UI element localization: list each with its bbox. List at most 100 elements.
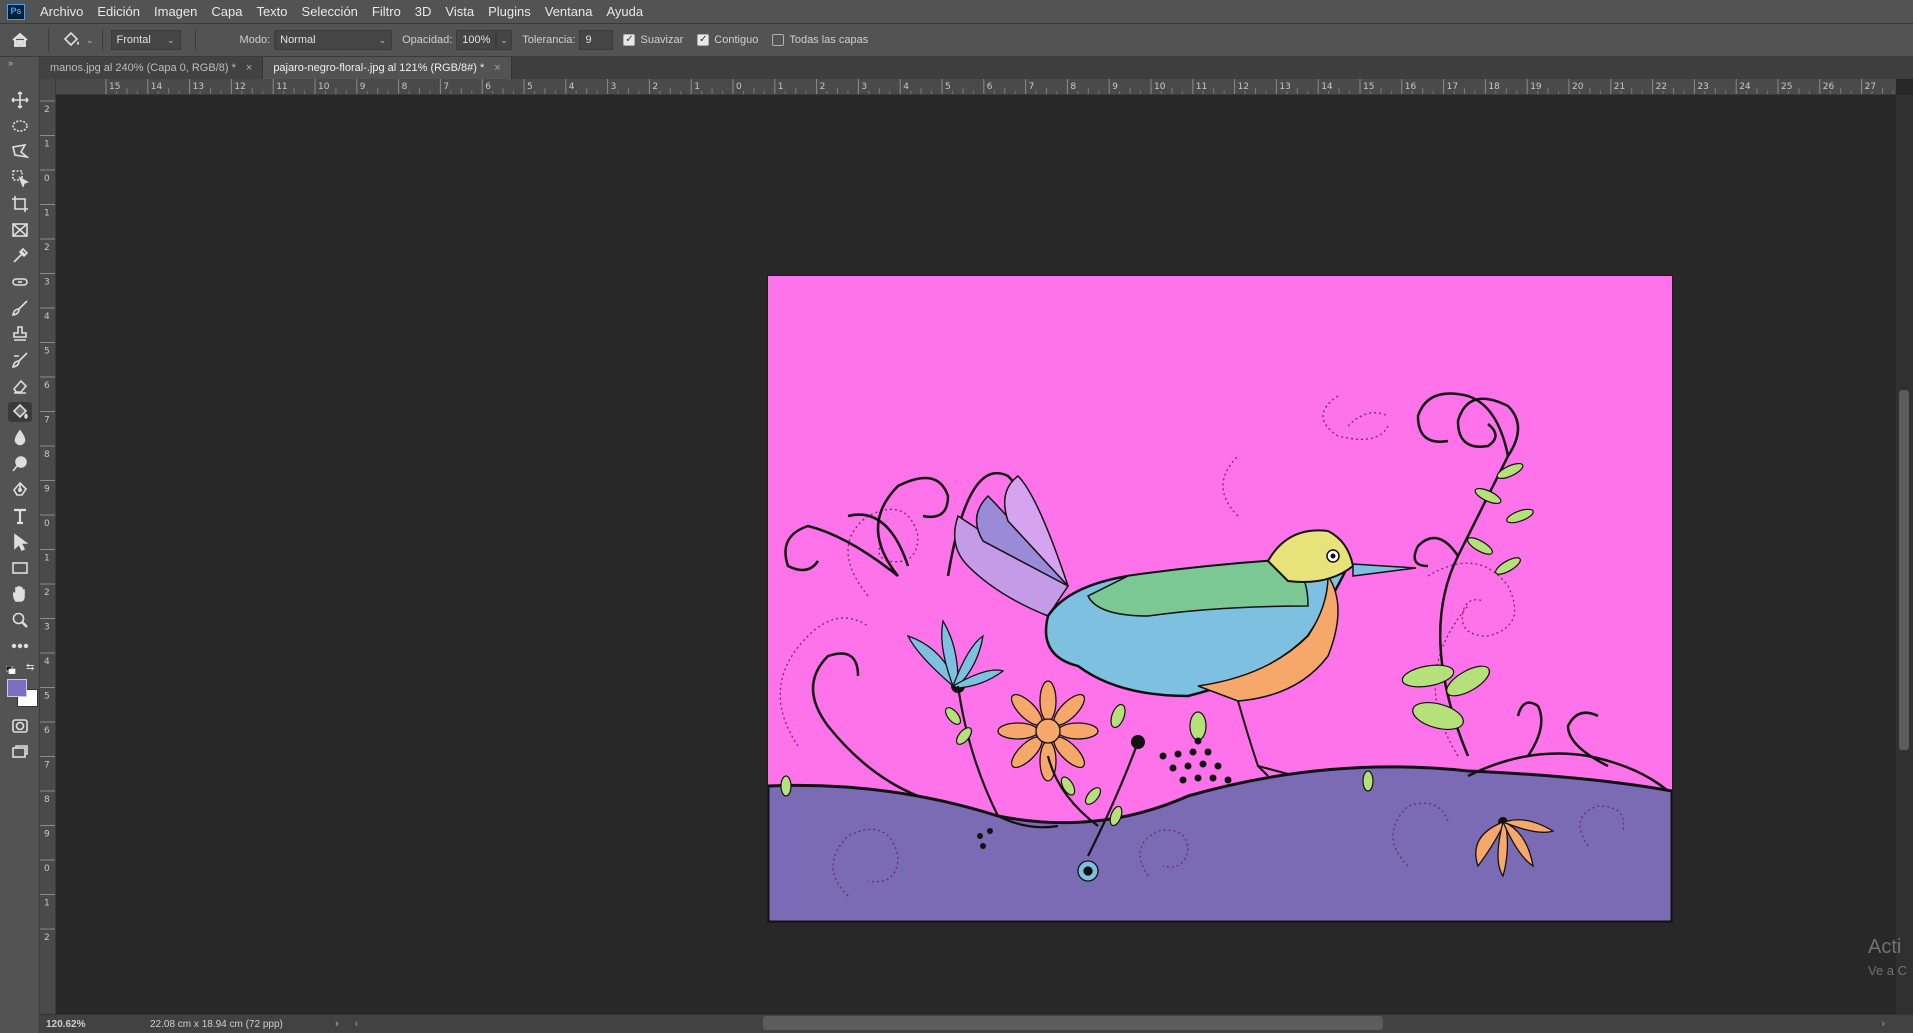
fill-source-select[interactable]: Frontal ⌄ [110, 30, 181, 50]
menu-imagen[interactable]: Imagen [147, 4, 204, 19]
move-tool[interactable] [8, 90, 32, 110]
document-size: 22.08 cm x 18.94 cm (72 ppp) [150, 1018, 283, 1030]
horizontal-scrollbar-thumb[interactable] [763, 1016, 1383, 1030]
smooth-checkbox[interactable]: ✓ [623, 34, 636, 46]
ruler-label: 1 [778, 82, 784, 92]
hand-tool[interactable] [8, 584, 32, 604]
menu-3d[interactable]: 3D [408, 4, 439, 19]
menu-filtro[interactable]: Filtro [365, 4, 408, 19]
ruler-label: 5 [44, 347, 50, 357]
menu-archivo[interactable]: Archivo [33, 4, 90, 19]
menu-vista[interactable]: Vista [438, 4, 481, 19]
ruler-label: 3 [44, 278, 50, 288]
mode-select[interactable]: Normal ⌄ [274, 30, 393, 50]
vertical-scrollbar-thumb[interactable] [1899, 390, 1909, 750]
blur-tool[interactable] [8, 428, 32, 448]
menu-edicion[interactable]: Edición [90, 4, 147, 19]
ruler-label: 1 [44, 209, 50, 219]
more-tools[interactable] [8, 636, 32, 656]
home-icon[interactable] [0, 32, 40, 48]
watermark-line1: Acti [1868, 936, 1902, 958]
ruler-label: 14 [1321, 82, 1333, 92]
close-icon[interactable]: × [494, 62, 500, 74]
chevron-down-icon: ⌄ [167, 34, 175, 45]
ruler-label: 6 [44, 381, 50, 391]
close-icon[interactable]: × [246, 62, 252, 74]
document-image[interactable] [768, 276, 1672, 922]
clone-stamp-tool[interactable] [8, 324, 32, 344]
ruler-label: 2 [44, 243, 50, 253]
scroll-right-icon[interactable]: › [1881, 1018, 1885, 1030]
frame-tool[interactable] [8, 220, 32, 240]
ruler-label: 1 [694, 82, 700, 92]
scroll-left-icon[interactable]: ‹ [355, 1018, 359, 1030]
type-tool[interactable] [8, 506, 32, 526]
dodge-tool[interactable] [8, 454, 32, 474]
menu-texto[interactable]: Texto [249, 4, 294, 19]
object-selection-icon [12, 170, 29, 187]
menu-ventana[interactable]: Ventana [538, 4, 600, 19]
eraser-tool[interactable] [8, 376, 32, 396]
water-drop-icon [14, 429, 26, 446]
healing-brush-tool[interactable] [8, 272, 32, 292]
eyedropper-icon [13, 247, 29, 263]
move-icon [11, 91, 29, 109]
ruler-label: 7 [44, 761, 50, 771]
screen-mode-button[interactable] [8, 742, 32, 762]
ruler-label: 12 [234, 82, 245, 92]
foreground-color-swatch[interactable] [7, 679, 27, 697]
ruler-label: 0 [736, 82, 742, 92]
contiguous-checkbox[interactable]: ✓ [697, 34, 710, 46]
object-selection-tool[interactable] [8, 168, 32, 188]
lasso-tool[interactable] [8, 142, 32, 162]
ruler-label: 4 [903, 82, 909, 92]
zoom-level[interactable]: 120.62% [40, 1019, 120, 1030]
ruler-label: 4 [44, 312, 50, 322]
eraser-icon [12, 379, 28, 394]
menu-capa[interactable]: Capa [204, 4, 249, 19]
marquee-tool[interactable] [8, 116, 32, 136]
zoom-tool[interactable] [8, 610, 32, 630]
quick-mask-button[interactable] [8, 716, 32, 736]
document-tab[interactable]: pajaro-negro-floral-.jpg al 121% (RGB/8#… [263, 57, 512, 79]
tool-preset-picker[interactable]: ⌄ [61, 31, 94, 49]
all-layers-label: Todas las capas [789, 34, 869, 46]
paint-bucket-tool[interactable] [8, 402, 32, 422]
dodge-icon [12, 456, 27, 472]
panel-collapse-icon[interactable]: » [8, 58, 13, 68]
photoshop-logo[interactable]: Ps [7, 3, 25, 20]
document-tab[interactable]: manos.jpg al 240% (Capa 0, RGB/8) * × [40, 57, 264, 79]
ruler-label: 15 [1363, 82, 1374, 92]
ruler-label: 12 [1238, 82, 1249, 92]
all-layers-checkbox[interactable] [772, 34, 785, 46]
opacity-dropdown[interactable]: ⌄ [496, 30, 513, 50]
default-colors-icon[interactable] [5, 663, 16, 675]
pen-icon [13, 481, 28, 496]
path-selection-tool[interactable] [8, 532, 32, 552]
tolerance-input[interactable]: 9 [579, 30, 614, 50]
menu-ayuda[interactable]: Ayuda [599, 4, 650, 19]
ruler-label: 3 [861, 82, 867, 92]
ellipse-marquee-icon [12, 120, 28, 132]
canvas-area[interactable] [56, 95, 1896, 1014]
ruler-label: 8 [44, 450, 50, 460]
menu-bar: Ps Archivo Edición Imagen Capa Texto Selecció… [0, 0, 1913, 24]
history-brush-tool[interactable] [8, 350, 32, 370]
crop-tool[interactable] [8, 194, 32, 214]
status-expand-icon[interactable]: › [335, 1018, 339, 1030]
tolerance-value: 9 [585, 34, 592, 46]
paint-bucket-icon [63, 31, 79, 47]
menu-plugins[interactable]: Plugins [481, 4, 538, 19]
vertical-ruler[interactable]: 2 1 0 1 2 3 4 5 6 7 8 9 0 1 2 3 4 5 6 7 8 9 0 1 2 [40, 79, 56, 1014]
horizontal-ruler[interactable]: 15 14 13 12 11 10 9 8 7 6 5 4 3 2 1 0 1 2 3 4 5 6 7 8 9 10 11 12 13 1… [56, 79, 1896, 95]
opacity-input[interactable]: 100% [456, 30, 497, 50]
menu-seleccion[interactable]: Selección [295, 4, 365, 19]
pen-tool[interactable] [8, 480, 32, 500]
ruler-label: 2 [44, 105, 50, 115]
arrow-cursor-icon [14, 533, 29, 551]
rectangle-tool[interactable] [8, 558, 32, 578]
brush-tool[interactable] [8, 298, 32, 318]
swap-colors-icon[interactable]: ⇆ [26, 662, 34, 673]
eyedropper-tool[interactable] [8, 246, 32, 266]
ruler-label: 7 [443, 82, 449, 92]
